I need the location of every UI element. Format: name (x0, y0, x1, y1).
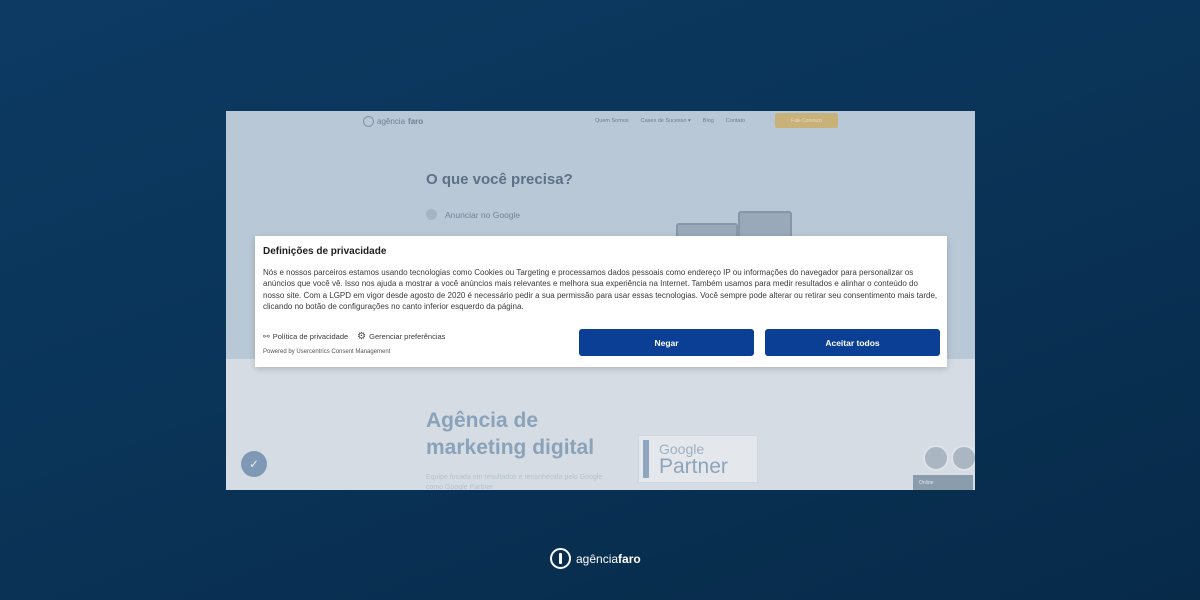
nav-cta-button[interactable]: Fale Conosco (775, 113, 838, 128)
google-partner-badge: Google Partner (638, 435, 758, 483)
modal-links: ⚯ Política de privacidade ⚙ Gerenciar pr… (263, 331, 445, 342)
hero-title: O que você precisa? (426, 171, 573, 188)
manage-preferences-link[interactable]: ⚙ Gerenciar preferências (357, 331, 445, 342)
site-logo-bold: faro (408, 116, 424, 126)
deny-button[interactable]: Negar (579, 329, 754, 356)
nav-blog[interactable]: Blog (703, 118, 714, 124)
hero-option-label: Anunciar no Google (445, 209, 521, 220)
lighthouse-icon (550, 548, 571, 569)
hero-option[interactable]: Anunciar no Google (426, 209, 520, 220)
content-section (226, 359, 975, 490)
chat-avatars[interactable] (923, 445, 975, 471)
section-title: Agência de marketing digital (426, 407, 594, 461)
gear-icon: ⚙ (357, 331, 367, 342)
site-logo-prefix: agência (377, 116, 406, 126)
section-title-line2: marketing digital (426, 436, 595, 459)
partner-text: Partner (659, 455, 728, 478)
manage-preferences-label: Gerenciar preferências (369, 332, 446, 341)
lighthouse-icon (363, 115, 374, 127)
avatar (951, 445, 975, 471)
consent-modal: Definições de privacidade Nós e nossos p… (255, 236, 947, 367)
brand-prefix: agência (576, 551, 619, 566)
footer-brand-logo: agênciafaro (550, 548, 641, 569)
site-logo[interactable]: agência faro (363, 114, 423, 128)
section-subtitle: Equipe focada em resultados e reconhecid… (426, 474, 603, 490)
powered-by-text[interactable]: Powered by Usercentrics Consent Manageme… (263, 349, 390, 355)
chat-status-bar[interactable]: Online (913, 475, 973, 490)
avatar (923, 445, 949, 471)
accept-all-button[interactable]: Aceitar todos (765, 329, 940, 356)
privacy-policy-label: Política de privacidade (272, 332, 349, 341)
modal-body-text: Nós e nossos parceiros estamos usando te… (263, 268, 938, 311)
link-icon: ⚯ (263, 332, 270, 341)
partner-bar (643, 440, 649, 478)
privacy-policy-link[interactable]: ⚯ Política de privacidade (263, 332, 348, 341)
nav-quem-somos[interactable]: Quem Somos (595, 118, 629, 124)
nav-contato[interactable]: Contato (726, 118, 745, 124)
nav-cases[interactable]: Cases de Sucesso ▾ (641, 118, 691, 124)
chevron-down-icon: ▾ (688, 118, 691, 124)
google-icon (426, 209, 437, 220)
modal-title: Definições de privacidade (263, 246, 387, 257)
privacy-settings-shield-icon[interactable]: ✓ (241, 451, 267, 477)
site-nav: Quem Somos Cases de Sucesso ▾ Blog Conta… (595, 118, 745, 124)
section-title-line1: Agência de (426, 409, 539, 432)
brand-bold: faro (618, 551, 641, 566)
brand-name: agênciafaro (576, 552, 641, 566)
nav-cases-label: Cases de Sucesso (640, 118, 687, 124)
